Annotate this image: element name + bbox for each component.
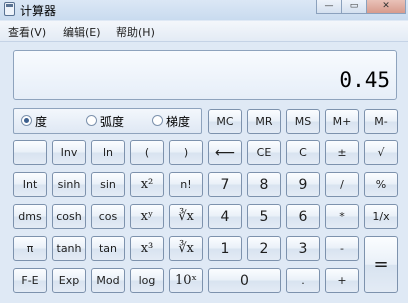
x-squared-button[interactable]: x² [130,172,164,197]
multiply-button[interactable]: * [325,204,359,229]
plus-minus-button[interactable]: ± [325,140,359,165]
c-button[interactable]: C [286,140,320,165]
digit-3-button[interactable]: 3 [286,236,320,261]
digit-7-button[interactable]: 7 [208,172,242,197]
menu-view[interactable]: 查看(V) [8,24,46,40]
close-paren-button[interactable]: ) [169,140,203,165]
angle-mode-group: 度 弧度 梯度 [13,108,202,134]
m-plus-button[interactable]: M+ [325,109,359,134]
mod-button[interactable]: Mod [91,268,125,293]
close-button[interactable]: ✕ [366,0,406,14]
open-paren-button[interactable]: ( [130,140,164,165]
display: 0.45 [13,50,397,100]
x-power-y-button[interactable]: xʸ [130,204,164,229]
digit-2-button[interactable]: 2 [247,236,281,261]
radio-selected-dot [24,118,29,123]
sinh-button[interactable]: sinh [52,172,86,197]
f-e-button[interactable]: F-E [13,268,47,293]
sqrt-button[interactable]: √ [364,140,398,165]
factorial-button[interactable]: n! [169,172,203,197]
subtract-button[interactable]: - [325,236,359,261]
radio-degrees[interactable]: 度 [21,113,71,129]
menu-edit[interactable]: 编辑(E) [63,24,101,40]
exp-button[interactable]: Exp [52,268,86,293]
digit-6-button[interactable]: 6 [286,204,320,229]
display-value: 0.45 [339,68,390,92]
mr-button[interactable]: MR [247,109,281,134]
menu-bar: 查看(V) 编辑(E) 帮助(H) [0,21,408,42]
sin-button[interactable]: sin [91,172,125,197]
title-bar: 计算器 — ▭ ✕ [0,0,408,20]
m-minus-button[interactable]: M- [364,109,398,134]
x-cubed-button[interactable]: x³ [130,236,164,261]
calculator-icon [4,2,15,16]
y-root-x-button[interactable]: ∛x [169,204,203,229]
pi-button[interactable]: π [13,236,47,261]
inv-button[interactable]: Inv [52,140,86,165]
radio-radians-label: 弧度 [100,115,125,129]
digit-1-button[interactable]: 1 [208,236,242,261]
digit-0-button[interactable]: 0 [208,268,281,293]
radio-circle [21,115,32,126]
int-button[interactable]: Int [13,172,47,197]
digit-9-button[interactable]: 9 [286,172,320,197]
minimize-button[interactable]: — [316,0,342,14]
decimal-button[interactable]: . [286,268,320,293]
blank-button[interactable] [13,140,47,165]
cube-root-button[interactable]: ∛x [169,236,203,261]
divide-button[interactable]: / [325,172,359,197]
menu-help[interactable]: 帮助(H) [116,24,155,40]
radio-circle [86,115,97,126]
radio-circle [152,115,163,126]
reciprocal-button[interactable]: 1/x [364,204,398,229]
digit-8-button[interactable]: 8 [247,172,281,197]
digit-5-button[interactable]: 5 [247,204,281,229]
ten-power-x-button[interactable]: 10ˣ [169,268,203,293]
cos-button[interactable]: cos [91,204,125,229]
tanh-button[interactable]: tanh [52,236,86,261]
ln-button[interactable]: ln [91,140,125,165]
ce-button[interactable]: CE [247,140,281,165]
digit-4-button[interactable]: 4 [208,204,242,229]
log-button[interactable]: log [130,268,164,293]
tan-button[interactable]: tan [91,236,125,261]
backspace-button[interactable]: ⟵ [208,140,242,165]
radio-gradians-label: 梯度 [166,115,191,129]
mc-button[interactable]: MC [208,109,242,134]
ms-button[interactable]: MS [286,109,320,134]
percent-button[interactable]: % [364,172,398,197]
cosh-button[interactable]: cosh [52,204,86,229]
dms-button[interactable]: dms [13,204,47,229]
radio-gradians[interactable]: 梯度 [152,113,202,129]
equals-button[interactable]: = [364,236,398,293]
maximize-button[interactable]: ▭ [341,0,367,14]
radio-radians[interactable]: 弧度 [86,113,141,129]
radio-degrees-label: 度 [35,115,48,129]
add-button[interactable]: + [325,268,359,293]
window-title: 计算器 [20,4,57,18]
